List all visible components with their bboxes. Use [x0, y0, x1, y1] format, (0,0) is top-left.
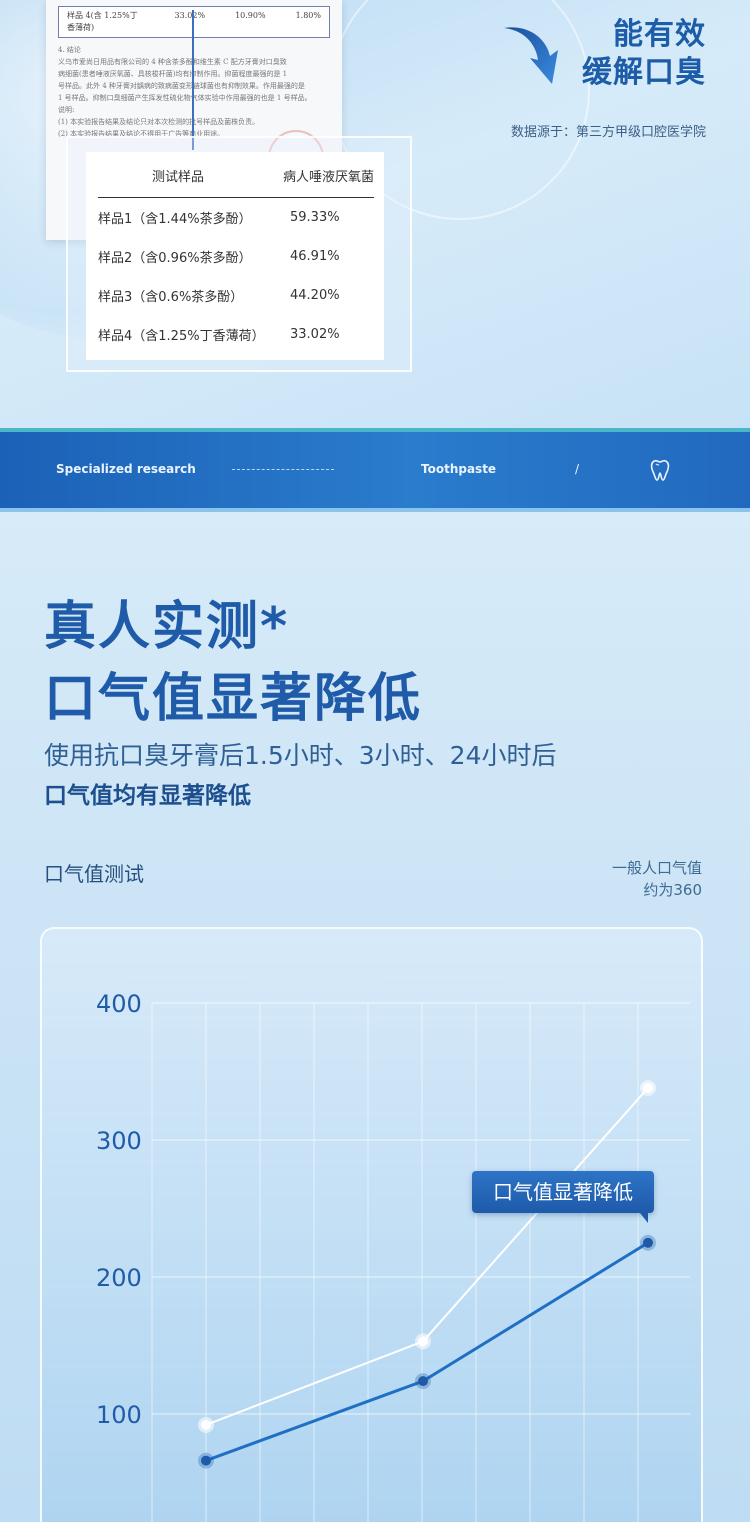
report-line: (1) 本实验报告结果及结论只对本次检测的批号样品及菌株负责。	[58, 118, 260, 126]
header-sample: 测试样品	[151, 170, 204, 185]
report-line: 义乌市爱尚日用品有限公司的 4 种含茶多酚和维生素 C 配方牙膏对口臭致	[58, 58, 287, 66]
report-row-value-1: 33.02%	[174, 11, 206, 20]
row-sample: 样品2（含0.96%茶多酚）	[98, 251, 252, 266]
report-line: 1 号样品。抑制口臭细菌产生挥发性硫化物气体实验中作用最强的也是 1 号样品。	[58, 94, 312, 102]
table-row: 样品2（含0.96%茶多酚） 46.91%	[98, 237, 374, 276]
series-line-1	[205, 1241, 649, 1462]
section-subtitle-line1: 使用抗口臭牙膏后1.5小时、3小时、24小时后	[44, 741, 557, 770]
section-subtitle-line2: 口气值均有显著降低	[44, 783, 251, 809]
hero-heading-line1: 能有效	[613, 17, 706, 52]
table-row: 样品1（含1.44%茶多酚） 59.33%	[98, 198, 374, 237]
hero-heading-line2: 缓解口臭	[582, 55, 706, 90]
row-value: 33.02%	[290, 327, 340, 342]
chart-callout: 口气值显著降低	[472, 1171, 654, 1223]
report-line: 说明:	[58, 106, 75, 114]
table-row: 样品3（含0.6%茶多酚） 44.20%	[98, 276, 374, 315]
report-row-value-2: 10.90%	[235, 11, 266, 20]
banner-dotted-divider	[232, 469, 334, 470]
report-section: 样品 4(含 1.25%丁香薄荷) 33.02% 10.90% 1.80% 4.…	[0, 0, 750, 430]
y-tick-label: 200	[96, 1264, 142, 1292]
banner-left-text: Specialized research	[56, 462, 196, 476]
banner-middle-text: Toothpaste	[421, 462, 497, 476]
y-tick-label: 400	[96, 990, 142, 1018]
data-point	[201, 1419, 211, 1430]
report-section-title: 4. 结论	[58, 46, 81, 54]
tooth-icon	[650, 459, 670, 481]
row-value: 59.33%	[290, 210, 340, 225]
results-table-header: 测试样品 病人唾液厌氧菌	[98, 166, 374, 198]
data-point	[418, 1336, 428, 1347]
section-title-line1: 真人实测*	[44, 597, 290, 657]
results-table: 测试样品 病人唾液厌氧菌 样品1（含1.44%茶多酚） 59.33% 样品2（含…	[86, 152, 384, 360]
row-value: 44.20%	[290, 288, 340, 303]
report-line: 号样品。此外 4 种牙膏对龋病的致病菌变形链球菌也有抑制效果。作用最强的是	[58, 82, 305, 90]
y-tick-label: 300	[96, 1127, 142, 1155]
section-title-line2: 口气值显著降低	[44, 669, 423, 729]
arrow-down-right-icon	[504, 27, 558, 84]
breath-value-chart: 100 200 300 400	[96, 990, 690, 1522]
chart-note-line1: 一般人口气值	[611, 859, 702, 877]
report-row-value-3: 1.80%	[295, 11, 321, 20]
row-sample: 样品3（含0.6%茶多酚）	[98, 290, 244, 305]
report-row-sample: 样品 4(含 1.25%丁香薄荷)	[67, 11, 138, 32]
row-sample: 样品1（含1.44%茶多酚）	[98, 212, 252, 227]
report-line: 病细菌(患者唾液厌氧菌、具核梭杆菌)均有抑制作用。抑菌程度最强的是 1	[58, 70, 288, 78]
banner-slash: /	[575, 462, 580, 476]
y-tick-label: 100	[96, 1401, 142, 1429]
row-value: 46.91%	[290, 249, 340, 264]
data-point	[418, 1376, 428, 1387]
connector-line	[192, 10, 194, 150]
research-banner: Specialized research Toothpaste /	[0, 432, 750, 508]
chart-label: 口气值测试	[44, 862, 144, 886]
row-sample: 样品4（含1.25%丁香薄荷）	[98, 329, 265, 344]
table-row: 样品4（含1.25%丁香薄荷） 33.02%	[98, 315, 374, 354]
data-source-text: 数据源于：第三方甲级口腔医学院	[510, 125, 706, 140]
data-point	[643, 1237, 653, 1248]
data-point	[643, 1082, 653, 1093]
hero-heading: 能有效 缓解口臭	[582, 16, 706, 92]
report-table-row: 样品 4(含 1.25%丁香薄荷) 33.02% 10.90% 1.80%	[58, 6, 330, 38]
chart-note: 一般人口气值 约为360	[612, 857, 702, 901]
data-point	[201, 1455, 211, 1466]
header-anaerobe: 病人唾液厌氧菌	[282, 170, 374, 185]
chart-note-line2: 约为360	[643, 881, 702, 899]
